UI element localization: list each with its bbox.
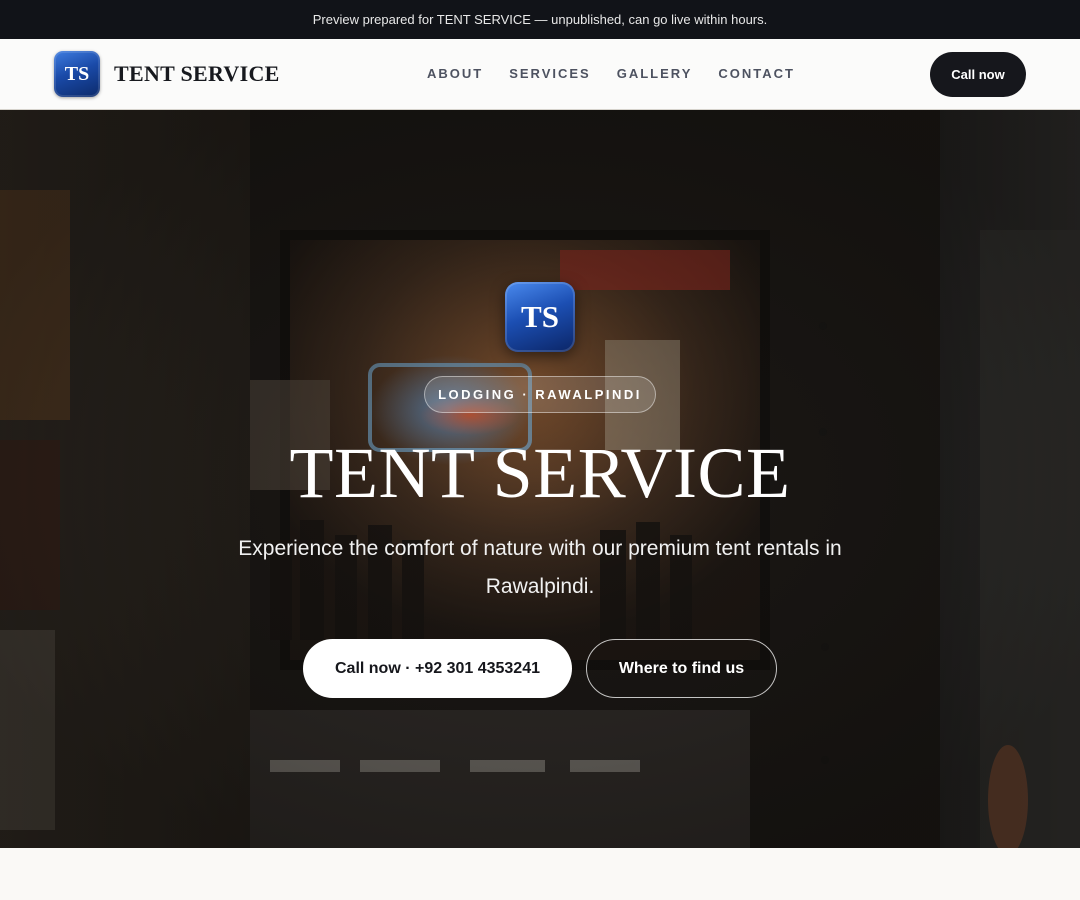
nav-link-contact[interactable]: CONTACT — [718, 66, 795, 81]
preview-banner: Preview prepared for TENT SERVICE — unpu… — [0, 0, 1080, 39]
category-badge: LODGING · RAWALPINDI — [424, 376, 656, 413]
hero-section: TS LODGING · RAWALPINDI TENT SERVICE Exp… — [0, 110, 1080, 848]
hero-content: TS LODGING · RAWALPINDI TENT SERVICE Exp… — [0, 110, 1080, 848]
brand-logo-icon: TS — [54, 51, 100, 97]
nav-link-services[interactable]: SERVICES — [509, 66, 591, 81]
brand-name: TENT SERVICE — [114, 61, 280, 86]
main-nav: ABOUT SERVICES GALLERY CONTACT — [427, 66, 795, 81]
hero-subtitle: Experience the comfort of nature with ou… — [238, 537, 842, 598]
preview-banner-text: Preview prepared for TENT SERVICE — unpu… — [312, 12, 768, 27]
nav-link-gallery[interactable]: GALLERY — [617, 66, 693, 81]
site-header: TS TENT SERVICE ABOUT SERVICES GALLERY C… — [0, 39, 1080, 110]
header-call-button[interactable]: Call now — [930, 52, 1026, 97]
hero-logo-icon: TS — [505, 282, 575, 352]
find-us-button[interactable]: Where to find us — [586, 639, 777, 698]
call-now-button[interactable]: Call now · +92 301 4353241 — [303, 639, 572, 698]
hero-title: TENT SERVICE — [289, 433, 791, 513]
nav-link-about[interactable]: ABOUT — [427, 66, 483, 81]
brand-home-link[interactable]: TS TENT SERVICE — [54, 51, 280, 97]
